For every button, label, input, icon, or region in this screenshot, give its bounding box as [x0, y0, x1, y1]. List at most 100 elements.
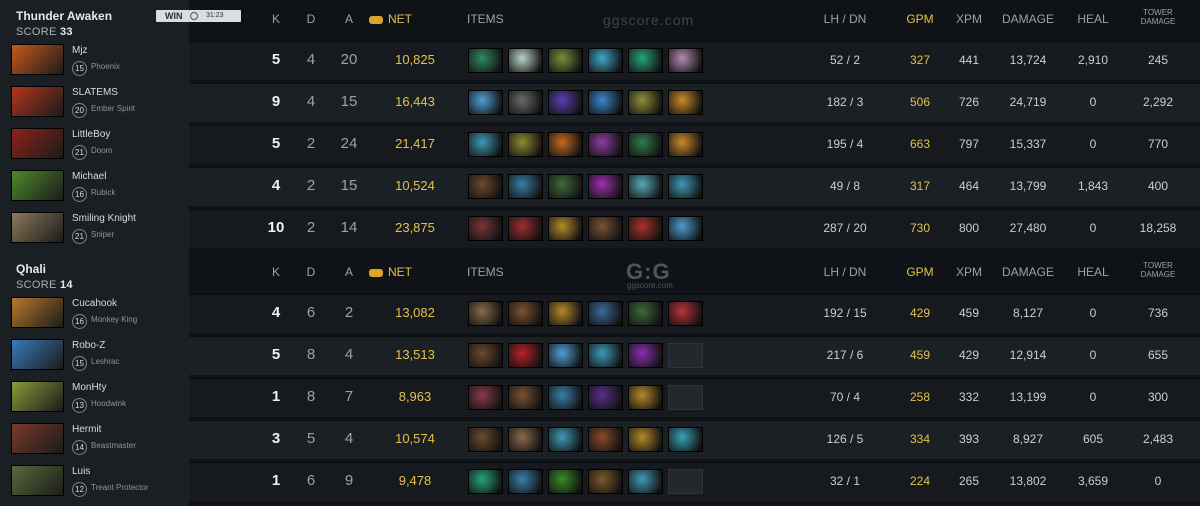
item-icon[interactable]: [468, 90, 503, 115]
player-entry[interactable]: Michael 16 Rubick: [0, 166, 189, 206]
col-net-label: NET: [388, 12, 412, 26]
item-icon[interactable]: [588, 48, 623, 73]
item-icon[interactable]: [588, 469, 623, 494]
item-icon[interactable]: [508, 174, 543, 199]
player-entry[interactable]: MonHty 13 Hoodwink: [0, 377, 189, 417]
item-icon[interactable]: [468, 469, 503, 494]
xpm: 464: [958, 179, 980, 193]
item-icon[interactable]: [468, 48, 503, 73]
item-icon[interactable]: [508, 216, 543, 241]
item-icon[interactable]: [588, 216, 623, 241]
player-level: 20: [72, 103, 87, 118]
item-icon[interactable]: [668, 90, 703, 115]
score-label: SCORE: [16, 279, 57, 291]
item-icon[interactable]: [548, 174, 583, 199]
player-name[interactable]: Mjz: [72, 45, 88, 56]
item-icon[interactable]: [668, 174, 703, 199]
item-icon[interactable]: [628, 174, 663, 199]
col-heal: HEAL: [1077, 265, 1109, 279]
item-icon[interactable]: [468, 216, 503, 241]
player-name[interactable]: SLATEMS: [72, 87, 118, 98]
item-icon[interactable]: [548, 132, 583, 157]
item-icon[interactable]: [668, 132, 703, 157]
item-icon[interactable]: [628, 48, 663, 73]
player-name[interactable]: Robo-Z: [72, 340, 105, 351]
player-entry[interactable]: Robo-Z 15 Leshrac: [0, 335, 189, 375]
item-icon[interactable]: [628, 301, 663, 326]
item-icon[interactable]: [508, 343, 543, 368]
item-icon[interactable]: [508, 132, 543, 157]
player-entry[interactable]: Hermit 14 Beastmaster: [0, 419, 189, 459]
xpm: 265: [958, 474, 980, 488]
player-entry[interactable]: Mjz 15 Phoenix: [0, 40, 189, 80]
player-entry[interactable]: LittleBoy 21 Doom: [0, 124, 189, 164]
item-icon[interactable]: [548, 301, 583, 326]
last-hits-denies: 192 / 15: [823, 306, 867, 320]
item-icon[interactable]: [668, 48, 703, 73]
item-icon[interactable]: [468, 385, 503, 410]
assists: 15: [340, 93, 358, 110]
item-icon[interactable]: [628, 469, 663, 494]
hero-portrait: [11, 297, 64, 328]
player-name[interactable]: Cucahook: [72, 298, 117, 309]
item-icon[interactable]: [548, 385, 583, 410]
tower-damage: 245: [1147, 53, 1169, 67]
item-icon[interactable]: [548, 343, 583, 368]
player-entry[interactable]: SLATEMS 20 Ember Spirit: [0, 82, 189, 122]
player-stats-row: 5 8 4 13,513 217 / 6 459 429 12,914 0 655: [189, 336, 1200, 375]
item-icon[interactable]: [668, 427, 703, 452]
item-icon[interactable]: [588, 301, 623, 326]
gpm: 258: [909, 390, 931, 404]
player-name[interactable]: Hermit: [72, 424, 101, 435]
player-name[interactable]: Michael: [72, 171, 106, 182]
item-icon[interactable]: [508, 427, 543, 452]
item-icon[interactable]: [668, 301, 703, 326]
column-header-row: K D A LH / DN GPM XPM DAMAGE HEAL TOWER DAMAGE NE…: [189, 0, 1200, 40]
item-icon[interactable]: [588, 427, 623, 452]
item-icon[interactable]: [468, 301, 503, 326]
item-icon[interactable]: [508, 48, 543, 73]
player-name[interactable]: MonHty: [72, 382, 106, 393]
deaths: 2: [306, 177, 316, 194]
item-icon[interactable]: [628, 132, 663, 157]
item-icon[interactable]: [628, 427, 663, 452]
item-icon[interactable]: [548, 427, 583, 452]
hero-portrait: [11, 381, 64, 412]
gold-icon: [369, 268, 383, 277]
item-icon[interactable]: [588, 385, 623, 410]
item-icon[interactable]: [628, 385, 663, 410]
item-icon[interactable]: [588, 174, 623, 199]
score-value: 33: [59, 26, 73, 38]
player-entry[interactable]: Cucahook 16 Monkey King: [0, 293, 189, 333]
item-icon[interactable]: [628, 343, 663, 368]
empty-item-slot: [668, 469, 703, 494]
item-icon[interactable]: [508, 469, 543, 494]
player-entry[interactable]: Smiling Knight 21 Sniper: [0, 208, 189, 248]
player-name[interactable]: Luis: [72, 466, 90, 477]
item-icon[interactable]: [468, 174, 503, 199]
item-icon[interactable]: [668, 216, 703, 241]
item-icon[interactable]: [588, 343, 623, 368]
player-entry[interactable]: Luis 12 Treant Protector: [0, 461, 189, 501]
item-icon[interactable]: [628, 90, 663, 115]
player-name[interactable]: LittleBoy: [72, 129, 110, 140]
item-icon[interactable]: [548, 48, 583, 73]
item-icon[interactable]: [508, 385, 543, 410]
item-icon[interactable]: [588, 90, 623, 115]
item-icon[interactable]: [508, 301, 543, 326]
healing: 1,843: [1077, 179, 1109, 193]
item-icon[interactable]: [628, 216, 663, 241]
player-level: 15: [72, 356, 87, 371]
item-icon[interactable]: [468, 427, 503, 452]
item-icon[interactable]: [548, 216, 583, 241]
player-stats-row: 1 6 9 9,478 32 / 1 224 265 13,802 3,659 0: [189, 462, 1200, 501]
item-icon[interactable]: [548, 469, 583, 494]
item-icon[interactable]: [468, 132, 503, 157]
item-icon[interactable]: [508, 90, 543, 115]
item-icon[interactable]: [588, 132, 623, 157]
item-icon[interactable]: [468, 343, 503, 368]
col-lh-dn: LH / DN: [823, 12, 867, 26]
healing: 3,659: [1077, 474, 1109, 488]
player-name[interactable]: Smiling Knight: [72, 213, 136, 224]
item-icon[interactable]: [548, 90, 583, 115]
